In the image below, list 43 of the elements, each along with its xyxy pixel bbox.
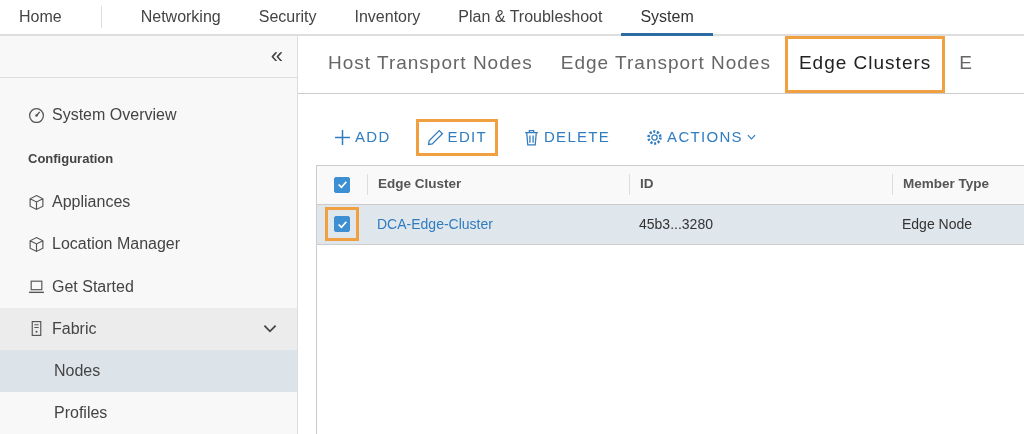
check-icon (336, 179, 348, 190)
column-header[interactable]: Member Type (892, 174, 1024, 195)
laptop-icon (28, 278, 45, 296)
checkbox[interactable] (334, 176, 350, 193)
sidebar-item[interactable]: Nodes (0, 349, 297, 392)
trash-icon (522, 128, 540, 146)
collapse-button[interactable]: « (270, 45, 283, 68)
toolbar-button[interactable]: DELETE (511, 119, 622, 156)
nav-tab[interactable]: Networking (121, 0, 240, 36)
table-row[interactable]: DCA-Edge-Cluster 45b3...3280 Edge Node (317, 204, 1024, 245)
tab[interactable]: Edge Clusters (784, 36, 946, 93)
plus-icon (334, 128, 351, 146)
nav-tab[interactable]: Inventory (335, 0, 440, 36)
sidebar-item[interactable]: Profiles (0, 391, 297, 434)
sidebar-item[interactable]: Appliances (0, 181, 297, 224)
nav-tab[interactable]: Home (0, 0, 81, 36)
nav-tab[interactable]: System (621, 0, 713, 36)
caret-icon (746, 134, 756, 141)
gauge-icon (28, 106, 45, 124)
sidebar-item[interactable]: System Overview (0, 93, 297, 136)
sidebar-item[interactable]: Fabric (0, 307, 297, 350)
gear-icon (646, 128, 664, 146)
sidebar-item[interactable]: Get Started (0, 265, 297, 308)
toolbar-button[interactable]: EDIT (415, 119, 498, 156)
toolbar-button[interactable]: ADD (323, 119, 402, 156)
column-header[interactable]: ID (629, 174, 892, 195)
cluster-link[interactable]: DCA-Edge-Cluster (367, 213, 629, 235)
table-cell-text: 45b3...3280 (638, 214, 714, 234)
cube-icon (28, 193, 45, 211)
tab[interactable]: Host Transport Nodes (314, 36, 547, 93)
tab[interactable]: E (945, 36, 987, 93)
sidebar-item[interactable]: Location Manager (0, 223, 297, 266)
tab[interactable]: Edge Transport Nodes (546, 36, 785, 93)
section-heading: Configuration (27, 149, 115, 168)
pencil-icon (426, 128, 444, 146)
check-icon (336, 218, 348, 230)
toolbar-button[interactable]: ACTIONS (635, 119, 767, 156)
nav-tab[interactable]: Plan & Troubleshoot (439, 0, 622, 36)
checkbox[interactable] (334, 216, 350, 232)
cube-icon (28, 236, 45, 253)
column-header[interactable]: Edge Cluster (367, 174, 629, 195)
nav-tab[interactable]: Security (239, 0, 336, 36)
table-cell-text: Edge Node (901, 214, 974, 234)
